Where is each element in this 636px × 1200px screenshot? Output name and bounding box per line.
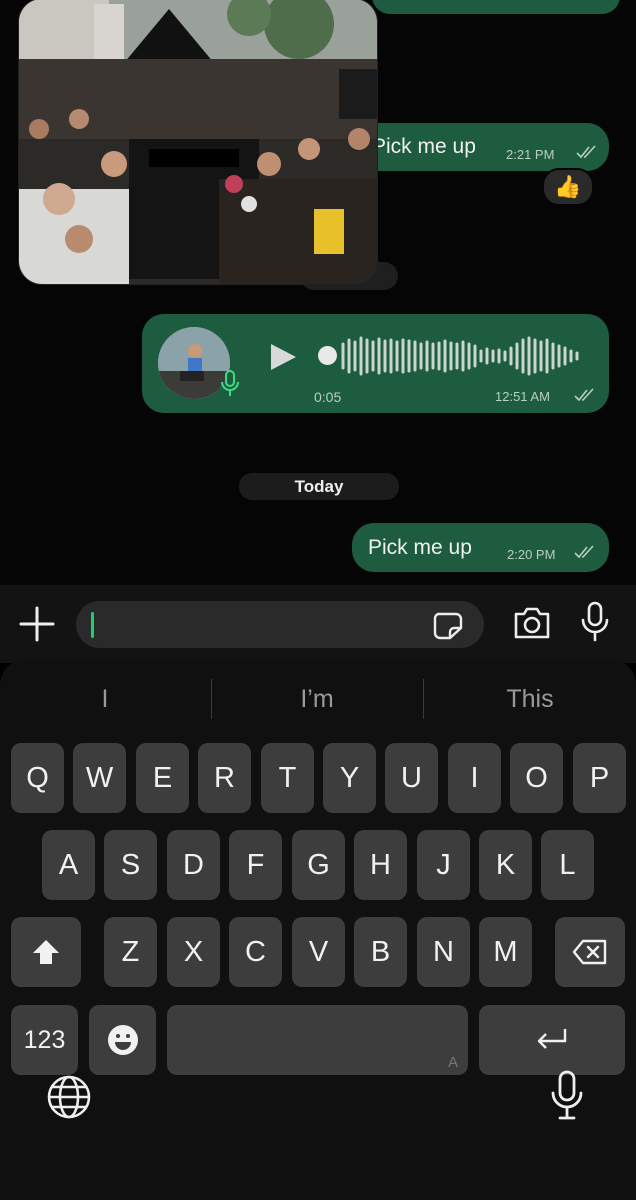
message-time: 2:21 PM (506, 147, 555, 162)
message-text: Pick me up (368, 536, 472, 559)
shift-icon (33, 940, 59, 964)
key-r[interactable]: R (198, 743, 251, 813)
key-v[interactable]: V (292, 917, 345, 987)
space-bar[interactable]: A (167, 1005, 468, 1075)
message-input[interactable] (76, 601, 484, 648)
read-receipt-icon (574, 545, 594, 559)
message-bubble-partial[interactable] (372, 0, 620, 14)
message-time: 2:20 PM (507, 547, 556, 562)
playback-position-dot[interactable] (318, 346, 337, 365)
suggestion[interactable]: I (0, 677, 210, 721)
numbers-key[interactable]: 123 (11, 1005, 78, 1075)
key-x[interactable]: X (167, 917, 220, 987)
microphone-icon[interactable] (580, 601, 610, 643)
key-y[interactable]: Y (323, 743, 376, 813)
return-icon (537, 1029, 567, 1049)
play-icon[interactable] (268, 342, 298, 372)
camera-icon[interactable] (512, 605, 552, 641)
emoji-key[interactable] (89, 1005, 156, 1075)
day-separator: Today (239, 473, 399, 500)
outgoing-message-bubble[interactable]: Pick me up 2:20 PM (352, 523, 609, 572)
key-s[interactable]: S (104, 830, 157, 900)
key-j[interactable]: J (417, 830, 470, 900)
shift-key[interactable] (11, 917, 81, 987)
reaction-badge[interactable]: 👍 (542, 168, 594, 206)
microphone-icon[interactable] (550, 1070, 584, 1122)
chat-area: Pick me up 2:21 PM 👍 0:05 12:51 AM Today… (0, 0, 636, 585)
key-l[interactable]: L (541, 830, 594, 900)
key-b[interactable]: B (354, 917, 407, 987)
keyboard: I I’m This Q W E R T Y U I O P A S D F G… (0, 659, 636, 1200)
text-cursor (91, 612, 94, 638)
key-k[interactable]: K (479, 830, 532, 900)
message-text: Pick me up (372, 135, 476, 158)
key-a[interactable]: A (42, 830, 95, 900)
outgoing-message-bubble[interactable]: Pick me up 2:21 PM (356, 123, 609, 171)
key-e[interactable]: E (136, 743, 189, 813)
microphone-icon (221, 370, 239, 396)
message-input-bar (0, 585, 636, 663)
key-t[interactable]: T (261, 743, 314, 813)
key-g[interactable]: G (292, 830, 345, 900)
key-o[interactable]: O (510, 743, 563, 813)
suggestion[interactable]: This (424, 677, 636, 721)
backspace-key[interactable] (555, 917, 625, 987)
plus-icon[interactable] (18, 605, 56, 643)
read-receipt-icon (576, 145, 596, 159)
image-message[interactable] (18, 0, 378, 285)
key-c[interactable]: C (229, 917, 282, 987)
key-f[interactable]: F (229, 830, 282, 900)
return-key[interactable] (479, 1005, 625, 1075)
key-w[interactable]: W (73, 743, 126, 813)
crowd-photo (19, 0, 377, 284)
waveform (341, 336, 579, 376)
key-n[interactable]: N (417, 917, 470, 987)
emoji-icon (107, 1025, 138, 1055)
key-u[interactable]: U (385, 743, 438, 813)
key-i[interactable]: I (448, 743, 501, 813)
voice-duration: 0:05 (314, 389, 342, 405)
key-p[interactable]: P (573, 743, 626, 813)
language-hint: A (447, 1054, 458, 1071)
read-receipt-icon (574, 388, 594, 402)
sticker-icon[interactable] (433, 612, 463, 640)
key-d[interactable]: D (167, 830, 220, 900)
message-time: 12:51 AM (495, 389, 550, 404)
voice-message-bubble[interactable]: 0:05 12:51 AM (142, 314, 609, 413)
globe-icon[interactable] (46, 1074, 92, 1120)
key-m[interactable]: M (479, 917, 532, 987)
key-h[interactable]: H (354, 830, 407, 900)
backspace-icon (572, 939, 607, 965)
suggestion[interactable]: I’m (212, 677, 422, 721)
key-z[interactable]: Z (104, 917, 157, 987)
key-q[interactable]: Q (11, 743, 64, 813)
